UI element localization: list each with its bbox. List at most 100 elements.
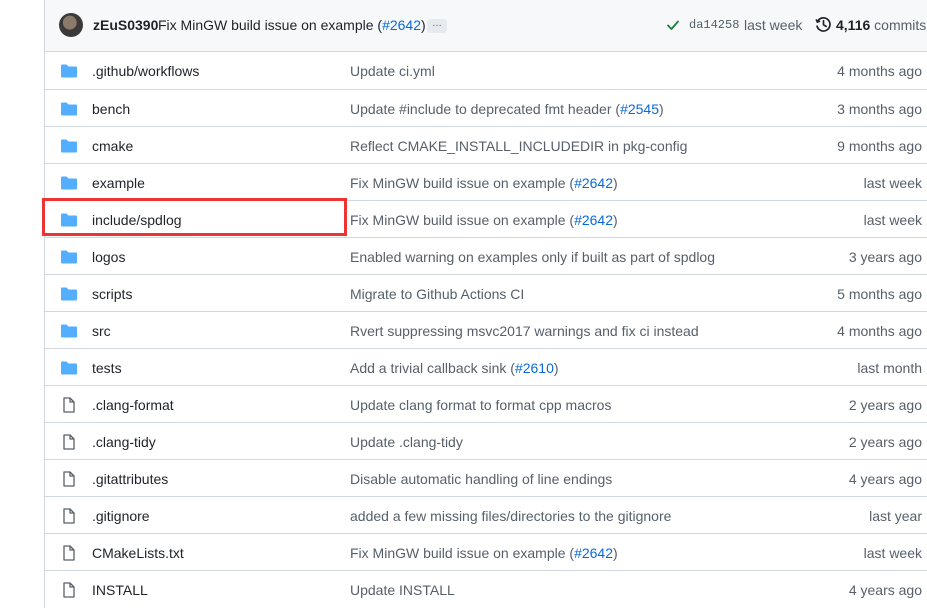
commit-message-link[interactable]: Update INSTALL (350, 582, 455, 598)
file-name-link[interactable]: cmake (92, 138, 133, 154)
commit-message-suffix: ) (553, 360, 559, 376)
folder-icon (60, 360, 78, 376)
file-row[interactable]: tests Add a trivial callback sink (#2610)… (44, 348, 927, 385)
commit-message-text[interactable]: Fix MinGW build issue on example ( (158, 17, 382, 33)
file-name-link[interactable]: include/spdlog (92, 212, 182, 228)
file-row[interactable]: scripts Migrate to Github Actions CI 5 mon… (44, 274, 927, 311)
commit-pr-link[interactable]: #2642 (382, 17, 421, 33)
commit-age[interactable]: 4 months ago (837, 323, 922, 339)
file-list: .github/workflows Update ci.yml 4 months a… (44, 52, 927, 607)
commit-message-link[interactable]: Migrate to Github Actions CI (350, 286, 524, 302)
commit-message-link[interactable]: Disable automatic handling of line endin… (350, 471, 612, 487)
file-row[interactable]: .gitignore added a few missing files/dire… (44, 496, 927, 533)
file-row[interactable]: cmake Reflect CMAKE_INSTALL_INCLUDEDIR in… (44, 126, 927, 163)
commit-author[interactable]: zEuS0390 (93, 17, 158, 33)
commit-message-text[interactable]: Update .clang-tidy (350, 434, 463, 450)
commit-age[interactable]: 3 years ago (849, 249, 922, 265)
commit-message-text[interactable]: Enabled warning on examples only if buil… (350, 249, 715, 265)
commit-age[interactable]: last week (864, 175, 922, 191)
commit-message-link[interactable]: Enabled warning on examples only if buil… (350, 249, 715, 265)
file-name-link[interactable]: scripts (92, 286, 132, 302)
file-row[interactable]: INSTALL Update INSTALL 4 years ago (44, 570, 927, 607)
file-name-link[interactable]: .clang-tidy (92, 434, 156, 450)
file-name-link[interactable]: .clang-format (92, 397, 174, 413)
check-icon[interactable] (665, 17, 681, 33)
commit-message-link[interactable]: Fix MinGW build issue on example (#2642) (350, 212, 618, 228)
commit-age[interactable]: 4 years ago (849, 582, 922, 598)
commit-age[interactable]: 5 months ago (837, 286, 922, 302)
commit-message-text[interactable]: Disable automatic handling of line endin… (350, 471, 612, 487)
commit-message-text[interactable]: Reflect CMAKE_INSTALL_INCLUDEDIR in pkg-… (350, 138, 687, 154)
commit-age[interactable]: last year (869, 508, 922, 524)
file-name-link[interactable]: tests (92, 360, 122, 376)
file-row[interactable]: .clang-format Update clang format to form… (44, 385, 927, 422)
commit-message-link[interactable]: Update .clang-tidy (350, 434, 463, 450)
commit-message-link[interactable]: Fix MinGW build issue on example (#2642) (350, 545, 618, 561)
commit-message-link[interactable]: Add a trivial callback sink (#2610) (350, 360, 559, 376)
commit-age[interactable]: 4 months ago (837, 63, 922, 79)
file-name-link[interactable]: src (92, 323, 111, 339)
commit-message-link[interactable]: Fix MinGW build issue on example (#2642) (350, 175, 618, 191)
commit-age[interactable]: last week (864, 545, 922, 561)
pr-link[interactable]: #2642 (574, 212, 613, 228)
file-row[interactable]: logos Enabled warning on examples only if… (44, 237, 927, 274)
file-row[interactable]: bench Update #include to deprecated fmt h… (44, 89, 927, 126)
file-name-link[interactable]: INSTALL (92, 582, 148, 598)
commit-message-link[interactable]: added a few missing files/directories to… (350, 508, 671, 524)
file-name-link[interactable]: .github/workflows (92, 63, 199, 79)
commit-age[interactable]: last month (857, 360, 922, 376)
commit-age[interactable]: last week (864, 212, 922, 228)
commit-message[interactable]: Fix MinGW build issue on example (#2642) (158, 17, 426, 33)
file-icon (60, 471, 78, 487)
commit-message-suffix: ) (613, 212, 618, 228)
file-row[interactable]: include/spdlog Fix MinGW build issue on e… (44, 200, 927, 237)
commit-message-text[interactable]: Fix MinGW build issue on example ( (350, 175, 574, 191)
file-row[interactable]: .gitattributes Disable automatic handling… (44, 459, 927, 496)
commit-count-link[interactable]: 4,116 commits (836, 17, 926, 33)
commit-message-text[interactable]: added a few missing files/directories to… (350, 508, 671, 524)
commit-message-link[interactable]: Rvert suppressing msvc2017 warnings and … (350, 323, 699, 339)
pr-link[interactable]: #2545 (620, 101, 659, 117)
file-name-link[interactable]: bench (92, 101, 130, 117)
folder-icon (60, 212, 78, 228)
commit-age[interactable]: 2 years ago (849, 397, 922, 413)
commit-message-text[interactable]: Add a trivial callback sink ( (350, 360, 515, 376)
commit-sha[interactable]: da14258 (689, 18, 739, 32)
commit-age[interactable]: 2 years ago (849, 434, 922, 450)
commit-message-text[interactable]: Fix MinGW build issue on example ( (350, 545, 574, 561)
file-row[interactable]: .github/workflows Update ci.yml 4 months a… (44, 52, 927, 89)
commit-age[interactable]: 3 months ago (837, 101, 922, 117)
file-name-link[interactable]: .gitignore (92, 508, 150, 524)
folder-icon (60, 101, 78, 117)
pr-link[interactable]: #2642 (574, 545, 613, 561)
pr-link[interactable]: #2642 (574, 175, 613, 191)
pr-link[interactable]: #2610 (515, 360, 554, 376)
commit-message-link[interactable]: Update #include to deprecated fmt header… (350, 101, 664, 117)
file-name-link[interactable]: .gitattributes (92, 471, 168, 487)
commit-message-text[interactable]: Rvert suppressing msvc2017 warnings and … (350, 323, 699, 339)
commit-message-link[interactable]: Update ci.yml (350, 63, 435, 79)
file-name-link[interactable]: CMakeLists.txt (92, 545, 184, 561)
commit-age[interactable]: 9 months ago (837, 138, 922, 154)
commit-message-text[interactable]: Migrate to Github Actions CI (350, 286, 524, 302)
commit-message-text[interactable]: Update #include to deprecated fmt header… (350, 101, 620, 117)
file-name-link[interactable]: example (92, 175, 145, 191)
avatar[interactable] (59, 13, 83, 37)
commit-date[interactable]: last week (744, 17, 802, 33)
commit-message-link[interactable]: Reflect CMAKE_INSTALL_INCLUDEDIR in pkg-… (350, 138, 687, 154)
file-name-link[interactable]: logos (92, 249, 125, 265)
folder-icon (60, 323, 78, 339)
file-row[interactable]: src Rvert suppressing msvc2017 warnings a… (44, 311, 927, 348)
expand-message-button[interactable]: … (427, 19, 447, 33)
commit-message-text[interactable]: Update clang format to format cpp macros (350, 397, 611, 413)
commit-age[interactable]: 4 years ago (849, 471, 922, 487)
commit-message-text[interactable]: Fix MinGW build issue on example ( (350, 212, 574, 228)
commit-message-text[interactable]: Update ci.yml (350, 63, 435, 79)
file-row[interactable]: .clang-tidy Update .clang-tidy 2 years ago (44, 422, 927, 459)
commit-message-link[interactable]: Update clang format to format cpp macros (350, 397, 611, 413)
file-row[interactable]: CMakeLists.txt Fix MinGW build issue on e… (44, 533, 927, 570)
commit-message-suffix: ) (421, 17, 426, 33)
commit-message-text[interactable]: Update INSTALL (350, 582, 455, 598)
history-icon[interactable] (815, 16, 832, 33)
file-row[interactable]: example Fix MinGW build issue on example … (44, 163, 927, 200)
